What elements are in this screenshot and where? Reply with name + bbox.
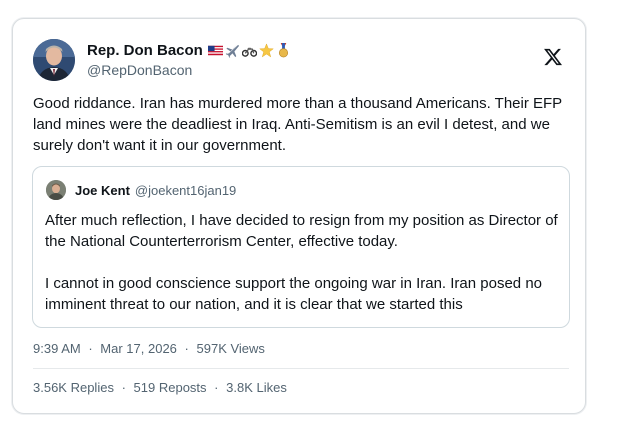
author-display-name[interactable]: Rep. Don Bacon (87, 42, 203, 59)
tweet-time[interactable]: 9:39 AM (33, 341, 81, 356)
reposts-count[interactable]: 519 Reposts (134, 380, 207, 395)
quoted-tweet[interactable]: Joe Kent @joekent16jan19 After much refl… (32, 166, 570, 328)
author-block: Rep. Don Bacon @RepDonBacon (87, 40, 291, 78)
avatar-image (33, 39, 75, 81)
us-flag-icon (207, 45, 223, 55)
quoted-author-handle[interactable]: @joekent16jan19 (135, 183, 236, 198)
airplane-icon (225, 43, 239, 58)
tweet-card[interactable]: Rep. Don Bacon @RepDonBacon Good riddanc… (12, 18, 586, 414)
quoted-paragraph-2: I cannot in good conscience support the … (45, 275, 542, 313)
quoted-paragraph-1: After much reflection, I have decided to… (45, 212, 558, 250)
quoted-tweet-header: Joe Kent @joekent16jan19 (46, 180, 236, 200)
tweet-views[interactable]: 597K Views (197, 341, 265, 356)
medal-icon (278, 42, 288, 57)
quoted-avatar-image (46, 180, 66, 200)
replies-count[interactable]: 3.56K Replies (33, 380, 114, 395)
tweet-date[interactable]: Mar 17, 2026 (100, 341, 177, 356)
divider (33, 368, 569, 369)
star-icon (258, 42, 274, 57)
tweet-stats: 3.56K Replies · 519 Reposts · 3.8K Likes (33, 380, 287, 395)
stats-separator: · (121, 380, 126, 395)
likes-count[interactable]: 3.8K Likes (226, 380, 287, 395)
author-handle[interactable]: @RepDonBacon (87, 62, 291, 78)
tweet-text: Good riddance. Iran has murdered more th… (33, 95, 562, 154)
stats-separator: · (214, 380, 219, 395)
quoted-avatar[interactable] (46, 180, 66, 200)
avatar[interactable] (33, 39, 75, 81)
quoted-tweet-body: After much reflection, I have decided to… (45, 210, 560, 315)
author-name-row: Rep. Don Bacon (87, 40, 291, 60)
x-logo-icon[interactable] (543, 47, 563, 67)
author-badges (207, 42, 291, 58)
meta-separator: · (184, 341, 189, 356)
meta-separator: · (88, 341, 93, 356)
tweet-meta: 9:39 AM · Mar 17, 2026 · 597K Views (33, 341, 265, 356)
tweet-header: Rep. Don Bacon @RepDonBacon (33, 39, 565, 83)
quoted-author-name[interactable]: Joe Kent (75, 183, 130, 198)
motorcycle-icon (241, 47, 257, 57)
